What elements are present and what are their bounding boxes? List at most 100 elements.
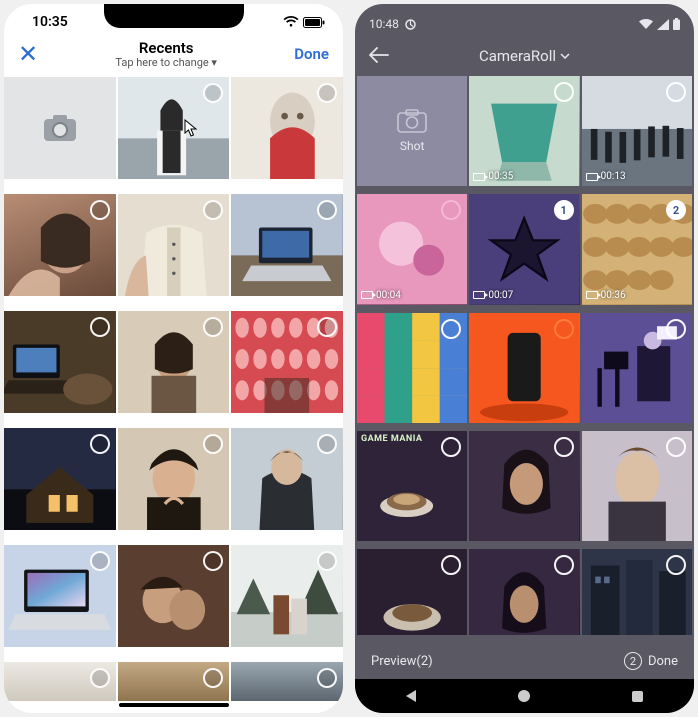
video-icon	[586, 291, 598, 299]
home-indicator[interactable]	[119, 703, 229, 707]
done-button[interactable]: Done	[294, 45, 329, 63]
selection-indicator[interactable]	[554, 555, 574, 575]
media-cell[interactable]: 200:36	[582, 194, 692, 304]
wifi-icon	[283, 16, 299, 28]
video-duration-badge: 00:35	[473, 171, 513, 182]
photo-cell[interactable]	[4, 428, 116, 531]
video-icon	[586, 173, 598, 181]
selection-indicator[interactable]	[554, 82, 574, 102]
video-duration-badge: 00:04	[361, 290, 401, 301]
photo-cell[interactable]	[4, 311, 116, 414]
camera-icon	[397, 109, 427, 133]
selection-indicator[interactable]	[90, 200, 110, 220]
selection-indicator[interactable]	[317, 434, 337, 454]
photo-cell[interactable]	[4, 662, 116, 701]
android-photo-picker: 10:48 CameraRoll Shot00:3500:1300:04100:…	[355, 4, 694, 713]
chevron-down-icon	[560, 53, 570, 59]
selection-indicator[interactable]	[666, 319, 686, 339]
selection-indicator[interactable]	[317, 83, 337, 103]
media-cell[interactable]: 00:35	[469, 76, 579, 186]
app-indicator-icon	[405, 19, 416, 30]
video-duration-badge: 00:13	[586, 171, 626, 182]
selection-indicator[interactable]	[317, 317, 337, 337]
android-picker-header: CameraRoll	[355, 38, 694, 74]
video-icon	[473, 173, 485, 181]
selection-indicator[interactable]	[317, 200, 337, 220]
camera-cell[interactable]: Shot	[357, 76, 467, 186]
selection-indicator[interactable]	[203, 83, 223, 103]
selection-indicator[interactable]	[666, 437, 686, 457]
nav-recents-icon[interactable]	[632, 691, 643, 702]
media-cell[interactable]	[582, 431, 692, 541]
media-cell[interactable]	[582, 549, 692, 635]
photo-cell[interactable]	[231, 545, 343, 648]
ios-status-right	[283, 16, 325, 28]
android-status-bar: 10:48	[355, 4, 694, 38]
selection-indicator[interactable]	[203, 317, 223, 337]
selection-indicator[interactable]	[441, 319, 461, 339]
video-duration-badge: 00:36	[586, 290, 626, 301]
ios-picker-header: ✕ Recents Tap here to change ▾ Done	[4, 36, 343, 77]
battery-icon	[303, 17, 325, 28]
selection-indicator[interactable]	[317, 551, 337, 571]
video-icon	[361, 291, 373, 299]
photo-cell[interactable]	[118, 194, 230, 297]
media-cell[interactable]	[357, 549, 467, 635]
shot-label: Shot	[400, 139, 425, 153]
header-subtitle: Tap here to change ▾	[115, 57, 217, 69]
selection-indicator[interactable]	[203, 668, 223, 688]
media-cell[interactable]	[469, 313, 579, 423]
selection-indicator[interactable]: 1	[554, 200, 574, 220]
camera-cell[interactable]	[4, 77, 116, 180]
selection-count-badge: 2	[624, 652, 642, 670]
media-cell[interactable]	[357, 313, 467, 423]
nav-home-icon[interactable]	[518, 690, 530, 702]
android-nav-bar	[355, 679, 694, 713]
media-cell[interactable]: 00:04	[357, 194, 467, 304]
selection-indicator[interactable]	[203, 434, 223, 454]
photo-cell[interactable]	[118, 545, 230, 648]
selection-indicator[interactable]	[90, 668, 110, 688]
android-bottom-bar: Preview(2) 2 Done	[355, 643, 694, 679]
notch	[104, 4, 244, 28]
media-cell[interactable]: 00:13	[582, 76, 692, 186]
photo-cell[interactable]	[231, 428, 343, 531]
nav-back-icon[interactable]	[406, 690, 416, 702]
selection-indicator[interactable]	[666, 82, 686, 102]
wifi-icon	[639, 19, 653, 30]
photo-cell[interactable]	[4, 545, 116, 648]
photo-cell[interactable]	[4, 194, 116, 297]
android-photo-grid[interactable]: Shot 00:35 00:13 00:04 100:07200:36 GAME MANI…	[355, 74, 694, 643]
selection-indicator[interactable]	[554, 319, 574, 339]
selection-indicator[interactable]	[441, 437, 461, 457]
media-cell[interactable]	[469, 431, 579, 541]
photo-cell[interactable]	[231, 662, 343, 701]
header-title: Recents	[115, 40, 217, 57]
selection-indicator[interactable]	[317, 668, 337, 688]
media-cell[interactable]: GAME MANIA	[357, 431, 467, 541]
media-cell[interactable]	[469, 549, 579, 635]
media-cell[interactable]: 100:07	[469, 194, 579, 304]
photo-cell[interactable]	[231, 77, 343, 180]
photo-cell[interactable]	[231, 311, 343, 414]
selection-indicator[interactable]	[90, 551, 110, 571]
media-cell[interactable]	[582, 313, 692, 423]
close-button[interactable]: ✕	[18, 40, 38, 68]
photo-cell[interactable]	[231, 194, 343, 297]
album-selector[interactable]: CameraRoll	[479, 47, 570, 65]
back-button[interactable]	[369, 44, 389, 68]
photo-cell[interactable]	[118, 77, 230, 180]
selection-indicator[interactable]	[90, 434, 110, 454]
photo-cell[interactable]	[118, 662, 230, 701]
photo-cell[interactable]	[118, 311, 230, 414]
preview-button[interactable]: Preview(2)	[371, 654, 433, 669]
selection-indicator[interactable]	[90, 317, 110, 337]
selection-indicator[interactable]	[203, 551, 223, 571]
selection-indicator[interactable]	[666, 555, 686, 575]
selection-indicator[interactable]	[203, 200, 223, 220]
photo-cell[interactable]	[118, 428, 230, 531]
album-selector[interactable]: Recents Tap here to change ▾	[115, 40, 217, 69]
ios-photo-grid[interactable]	[4, 77, 343, 713]
done-button[interactable]: 2 Done	[624, 652, 678, 670]
selection-indicator[interactable]	[554, 437, 574, 457]
